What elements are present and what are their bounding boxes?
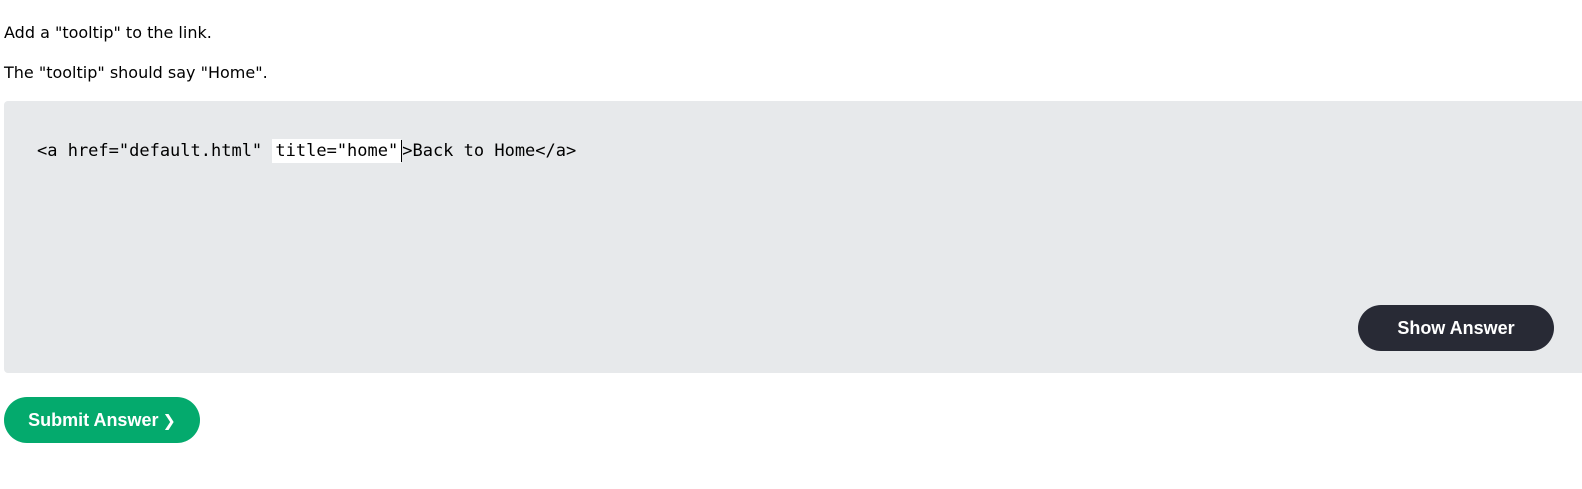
submit-answer-button[interactable]: Submit Answer ❯ — [4, 397, 200, 443]
instruction-text-2: The "tooltip" should say "Home". — [4, 63, 268, 82]
code-line: <a href="default.html" title="home" >Back… — [37, 139, 576, 163]
code-answer-value: title="home" — [275, 141, 399, 161]
code-prefix: <a href="default.html" — [37, 141, 273, 161]
code-answer-input[interactable]: title="home" — [272, 139, 402, 163]
show-answer-button[interactable]: Show Answer — [1358, 305, 1554, 351]
submit-answer-label: Submit Answer — [28, 410, 159, 430]
chevron-right-icon: ❯ — [162, 413, 176, 430]
code-exercise-panel: <a href="default.html" title="home" >Back… — [4, 101, 1582, 373]
instruction-text-1: Add a "tooltip" to the link. — [4, 23, 212, 42]
code-suffix: >Back to Home</a> — [402, 141, 577, 161]
